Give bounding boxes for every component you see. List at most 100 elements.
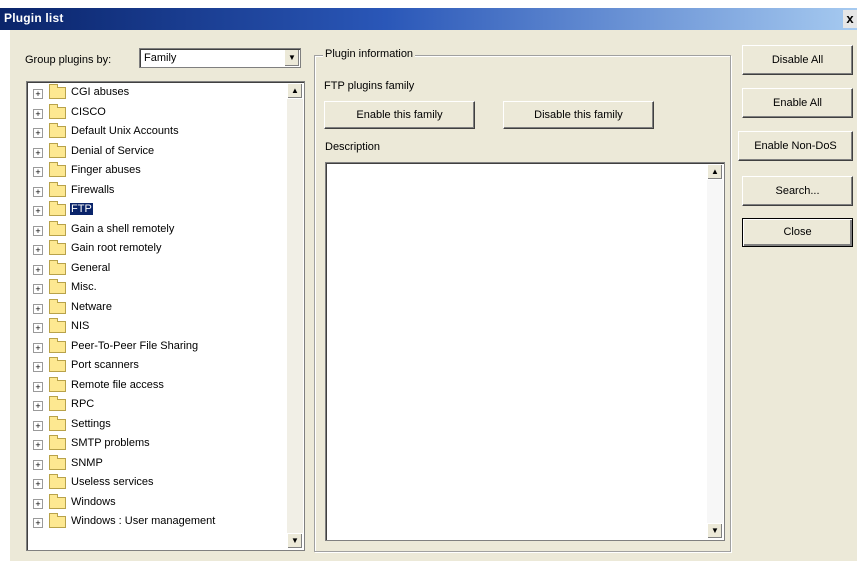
folder-icon	[49, 357, 66, 372]
arrow-up-icon[interactable]: ▲	[707, 164, 723, 180]
close-window-icon[interactable]: x	[843, 10, 857, 28]
tree-item[interactable]: + General	[30, 259, 285, 280]
tree-item-label[interactable]: Windows	[71, 496, 116, 508]
plus-box-icon[interactable]: +	[33, 303, 43, 314]
tree-item[interactable]: + Remote file access	[30, 376, 285, 397]
plus-box-icon[interactable]: +	[33, 206, 43, 216]
tree-item[interactable]: + Netware	[30, 298, 285, 319]
description-label: Description	[325, 141, 381, 153]
plus-box-icon[interactable]: +	[33, 167, 43, 177]
plus-box-icon[interactable]: +	[33, 440, 43, 450]
plus-box-icon[interactable]: +	[33, 362, 43, 372]
plus-box-icon[interactable]: +	[33, 498, 43, 509]
plus-box-icon[interactable]: +	[33, 147, 43, 158]
tree-item[interactable]: + RPC	[30, 396, 285, 416]
tree-item[interactable]: + Settings	[30, 415, 285, 436]
plus-box-icon[interactable]: +	[33, 225, 43, 236]
folder-icon	[49, 474, 66, 489]
plus-box-icon[interactable]: +	[33, 381, 43, 392]
plus-box-icon[interactable]: +	[33, 323, 43, 333]
tree-item-label[interactable]: CGI abuses	[71, 86, 129, 98]
tree-item-label[interactable]: Finger abuses	[71, 164, 141, 176]
disable-all-button[interactable]: Disable All	[742, 45, 853, 75]
enable-family-button[interactable]: Enable this family	[324, 101, 475, 129]
tree-item-label[interactable]: Peer-To-Peer File Sharing	[71, 340, 198, 352]
description-scrollbar[interactable]: ▲ ▼	[707, 164, 723, 539]
family-name-label: FTP plugins family	[324, 80, 415, 92]
disable-family-button[interactable]: Disable this family	[503, 101, 654, 129]
plus-box-icon[interactable]: +	[33, 264, 43, 275]
plus-box-icon[interactable]: +	[33, 518, 43, 528]
tree-item-label[interactable]: Settings	[71, 418, 111, 430]
arrow-down-icon[interactable]: ▼	[707, 523, 723, 539]
tree-item[interactable]: + Gain a shell remotely	[30, 220, 285, 241]
folder-icon	[49, 337, 66, 353]
tree-item-label[interactable]: Port scanners	[71, 359, 139, 371]
tree-item-label[interactable]: RPC	[71, 398, 94, 410]
tree-item[interactable]: + SNMP	[30, 454, 285, 475]
description-textarea[interactable]: ▲ ▼	[325, 162, 725, 541]
plus-box-icon[interactable]: +	[33, 459, 43, 470]
tree-item-label[interactable]: Remote file access	[71, 379, 164, 391]
tree-item-label[interactable]: General	[71, 262, 110, 274]
tree-item[interactable]: + Windows : User management	[30, 513, 285, 533]
tree-item[interactable]: + Gain root remotely	[30, 240, 285, 260]
tree-item[interactable]: + Peer-To-Peer File Sharing	[30, 337, 285, 358]
close-button[interactable]: Close	[742, 218, 853, 247]
plus-box-icon[interactable]: +	[33, 128, 43, 138]
tree-item[interactable]: + Port scanners	[30, 357, 285, 377]
plus-box-icon[interactable]: +	[33, 420, 43, 431]
folder-icon	[49, 103, 66, 119]
tree-item-label[interactable]: Netware	[71, 301, 112, 313]
tree-item-label[interactable]: CISCO	[71, 106, 106, 118]
plus-box-icon[interactable]: +	[33, 284, 43, 294]
tree-item[interactable]: + CGI abuses	[30, 84, 285, 104]
tree-item-label[interactable]: Gain a shell remotely	[71, 223, 174, 235]
tree-item[interactable]: + Misc.	[30, 279, 285, 299]
tree-item-label[interactable]: Useless services	[71, 476, 154, 488]
tree-item-label[interactable]: SNMP	[71, 457, 103, 469]
plus-box-icon[interactable]: +	[33, 245, 43, 255]
tree-item-label[interactable]: Denial of Service	[71, 145, 154, 157]
tree-item[interactable]: + CISCO	[30, 103, 285, 124]
plugin-family-tree[interactable]: + CGI abuses + CISCO + Default Unix Accounts +…	[26, 81, 305, 551]
arrow-up-icon[interactable]: ▲	[287, 83, 303, 99]
tree-item-label[interactable]: SMTP problems	[71, 437, 150, 449]
folder-icon	[49, 493, 66, 509]
plus-box-icon[interactable]: +	[33, 401, 43, 411]
tree-item-label[interactable]: NIS	[71, 320, 89, 332]
tree-item[interactable]: + FTP	[30, 201, 285, 221]
plugin-information-caption: Plugin information	[323, 48, 416, 60]
tree-item-label[interactable]: Default Unix Accounts	[71, 125, 179, 137]
dialog-client-area: Group plugins by: Family ▼ + CGI abuses + C…	[10, 30, 857, 561]
tree-item[interactable]: + Finger abuses	[30, 162, 285, 182]
plus-box-icon[interactable]: +	[33, 342, 43, 353]
tree-item[interactable]: + Useless services	[30, 474, 285, 494]
folder-icon	[49, 376, 66, 392]
plus-box-icon[interactable]: +	[33, 108, 43, 119]
plus-box-icon[interactable]: +	[33, 186, 43, 197]
tree-item[interactable]: + Windows	[30, 493, 285, 514]
tree-item[interactable]: + SMTP problems	[30, 435, 285, 455]
arrow-down-icon[interactable]: ▼	[287, 533, 303, 549]
search-button[interactable]: Search...	[742, 176, 853, 206]
enable-all-button[interactable]: Enable All	[742, 88, 853, 118]
tree-item-label[interactable]: Misc.	[71, 281, 97, 293]
group-by-label: Group plugins by:	[25, 54, 112, 66]
tree-item-label[interactable]: FTP	[70, 203, 93, 215]
tree-item[interactable]: + Denial of Service	[30, 142, 285, 163]
chevron-down-icon[interactable]: ▼	[284, 50, 299, 66]
tree-item-label[interactable]: Gain root remotely	[71, 242, 161, 254]
folder-icon	[49, 201, 66, 216]
tree-item[interactable]: + NIS	[30, 318, 285, 338]
folder-icon	[49, 181, 66, 197]
tree-item-label[interactable]: Firewalls	[71, 184, 114, 196]
tree-item-label[interactable]: Windows : User management	[71, 515, 215, 527]
enable-non-dos-button[interactable]: Enable Non-DoS	[738, 131, 853, 161]
tree-scrollbar[interactable]: ▲ ▼	[287, 83, 303, 549]
plus-box-icon[interactable]: +	[33, 89, 43, 99]
plus-box-icon[interactable]: +	[33, 479, 43, 489]
tree-item[interactable]: + Firewalls	[30, 181, 285, 202]
tree-item[interactable]: + Default Unix Accounts	[30, 123, 285, 143]
group-by-select[interactable]: Family ▼	[139, 48, 301, 68]
